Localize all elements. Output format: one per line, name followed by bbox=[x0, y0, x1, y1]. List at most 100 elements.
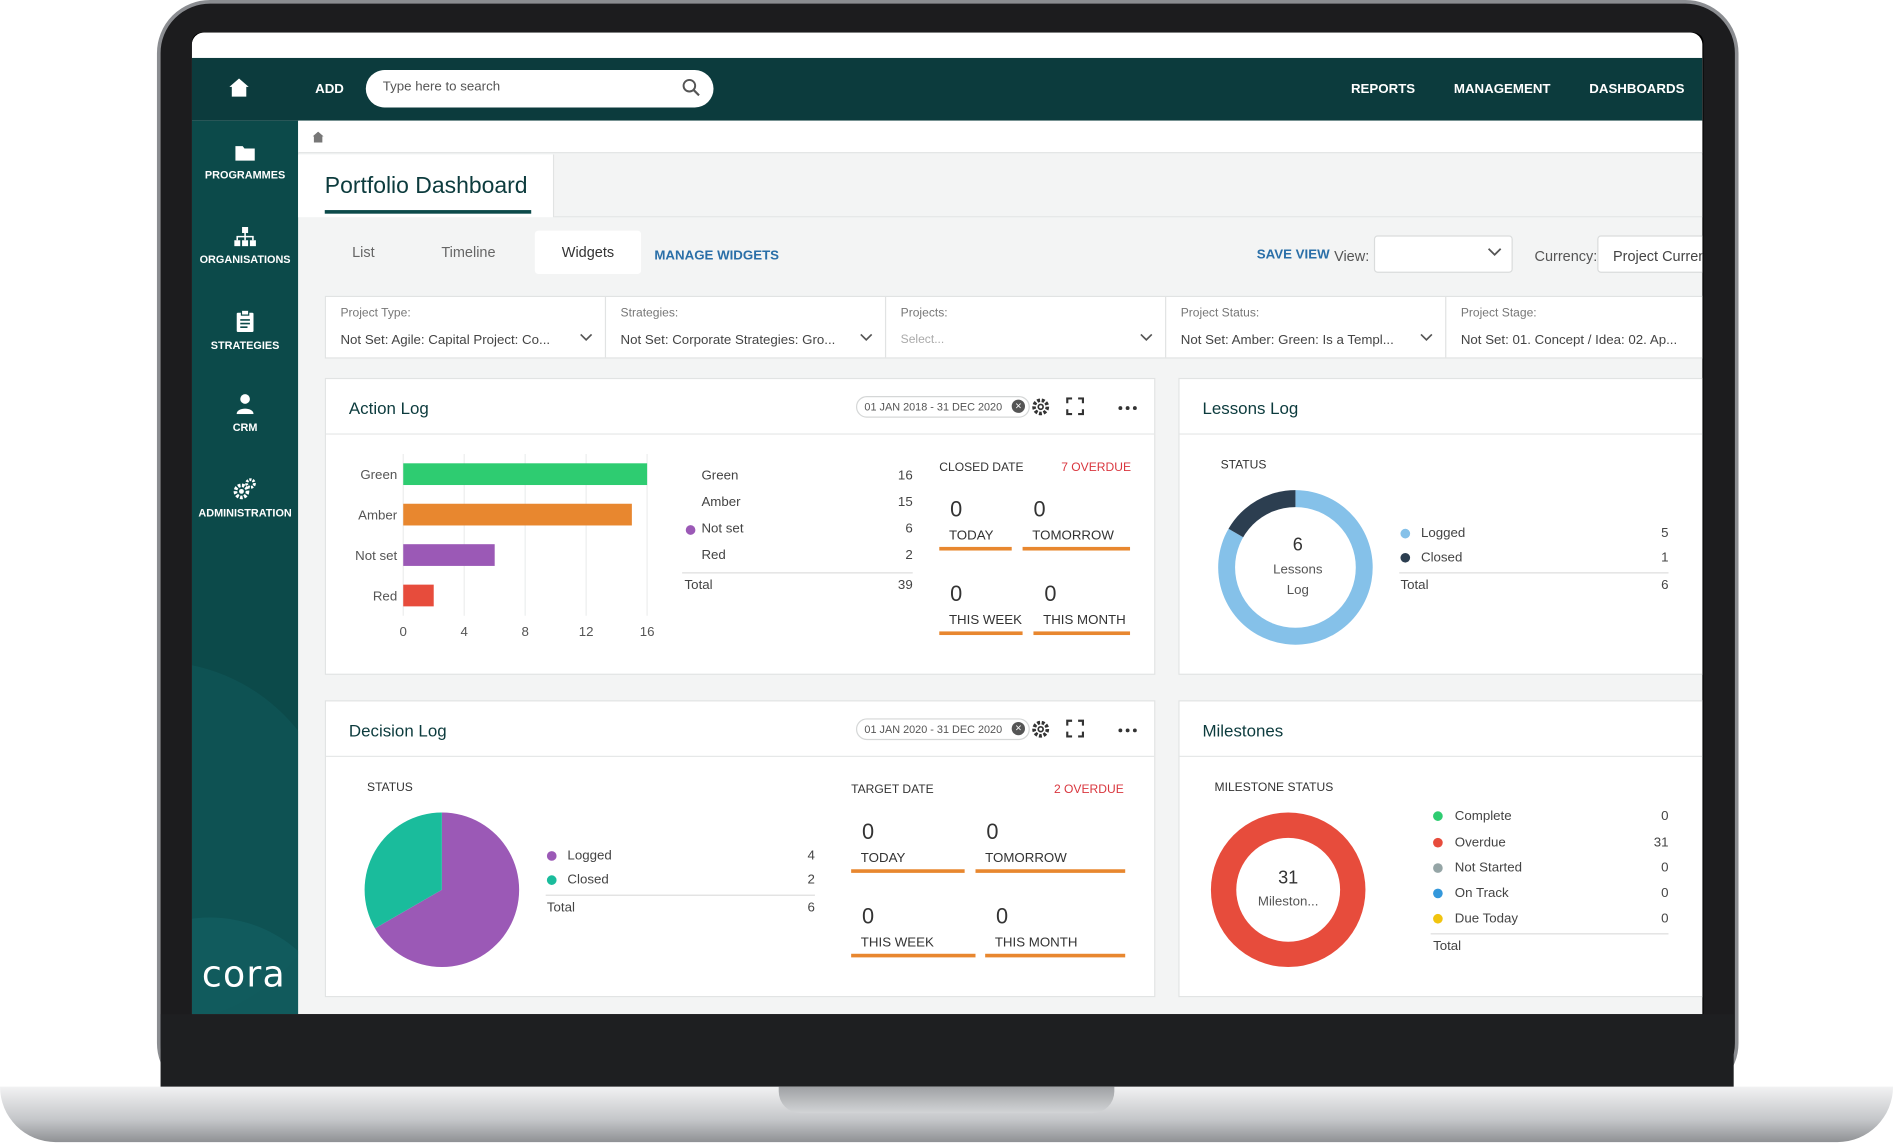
legend-label: Closed bbox=[567, 872, 609, 888]
tile-value: 0 bbox=[986, 819, 999, 844]
currency-label: Currency: bbox=[1534, 247, 1598, 265]
date-range-filter[interactable]: 01 JAN 2020 - 31 DEC 2020 × bbox=[855, 718, 1030, 741]
save-view-button[interactable]: SAVE VIEW bbox=[1257, 247, 1330, 261]
legend-value: 0 bbox=[1661, 886, 1669, 901]
sidebar-item-administration[interactable]: ADMINISTRATION bbox=[192, 478, 298, 519]
total-label: Total bbox=[546, 900, 575, 916]
tile-value: 0 bbox=[950, 497, 963, 522]
filter-strategies[interactable]: Strategies: Not Set: Corporate Strategie… bbox=[606, 296, 887, 358]
filter-project-status[interactable]: Project Status: Not Set: Amber: Green: I… bbox=[1166, 296, 1447, 358]
bar-not-set[interactable] bbox=[403, 544, 495, 566]
x-tick-label: 12 bbox=[579, 624, 594, 639]
legend-value: 1 bbox=[1661, 550, 1669, 566]
tile-tomorrow[interactable]: 0 TOMORROW bbox=[975, 802, 1126, 873]
milestones-widget: Milestones MILESTONE STATUS 31 Mileston.… bbox=[1178, 700, 1703, 998]
nav-management[interactable]: MANAGEMENT bbox=[1454, 82, 1551, 96]
filter-label: Project Stage: bbox=[1460, 306, 1537, 320]
sidebar-item-strategies[interactable]: STRATEGIES bbox=[192, 310, 298, 351]
tile-value: 0 bbox=[862, 819, 875, 844]
date-range-filter[interactable]: 01 JAN 2018 - 31 DEC 2020 × bbox=[855, 395, 1030, 418]
filter-projects[interactable]: Projects: Select... bbox=[886, 296, 1167, 358]
divider bbox=[682, 572, 913, 574]
legend-label: Complete bbox=[1454, 808, 1512, 824]
widget-title: Decision Log bbox=[348, 720, 447, 741]
y-tick-label: Not set bbox=[355, 548, 397, 563]
filter-label: Projects: bbox=[900, 306, 948, 320]
legend-dot bbox=[546, 851, 557, 861]
search-input[interactable] bbox=[382, 79, 661, 95]
milestone-status-label: MILESTONE STATUS bbox=[1214, 781, 1334, 795]
filter-placeholder: Select... bbox=[900, 333, 945, 347]
tile-this-month[interactable]: 0 THIS MONTH bbox=[1033, 565, 1131, 636]
search-box bbox=[365, 70, 714, 108]
search-icon[interactable] bbox=[682, 78, 700, 97]
filter-project-stage[interactable]: Project Stage: Not Set: 01. Concept / Id… bbox=[1446, 297, 1702, 357]
top-nav: REPORTS MANAGEMENT DASHBOARDS CO bbox=[1351, 82, 1702, 96]
filter-value: Not Set: 01. Concept / Idea: 02. Ap... bbox=[1460, 333, 1678, 348]
home-icon[interactable] bbox=[228, 77, 250, 99]
legend-label: Green bbox=[701, 468, 739, 483]
clear-icon[interactable]: × bbox=[1011, 721, 1026, 736]
filter-value: Not Set: Agile: Capital Project: Co... bbox=[340, 333, 551, 348]
nav-dashboards[interactable]: DASHBOARDS bbox=[1589, 82, 1684, 96]
total-label: Total bbox=[684, 578, 713, 593]
nav-reports[interactable]: REPORTS bbox=[1351, 82, 1415, 96]
tile-label: TOMORROW bbox=[1032, 528, 1114, 544]
sidebar-item-programmes[interactable]: PROGRAMMES bbox=[192, 144, 298, 181]
tab-widgets[interactable]: Widgets bbox=[534, 230, 642, 275]
expand-icon[interactable] bbox=[1066, 397, 1085, 416]
legend-value: 2 bbox=[905, 548, 913, 563]
legend-value: 0 bbox=[1661, 911, 1669, 926]
tile-this-week[interactable]: 0 THIS WEEK bbox=[939, 565, 1023, 636]
tile-value: 0 bbox=[950, 581, 963, 607]
currency-select[interactable]: Project Currency bbox=[1597, 235, 1703, 273]
donut-center-label: Mileston... bbox=[1257, 894, 1319, 910]
x-tick-label: 16 bbox=[640, 624, 655, 639]
gear-icon[interactable] bbox=[1031, 720, 1050, 739]
divider bbox=[545, 894, 815, 896]
clear-icon[interactable]: × bbox=[1011, 399, 1026, 413]
chevron-down-icon bbox=[860, 333, 873, 342]
manage-widgets-link[interactable]: MANAGE WIDGETS bbox=[654, 249, 779, 263]
tile-value: 0 bbox=[1044, 581, 1057, 607]
legend-value: 5 bbox=[1661, 526, 1669, 541]
tile-label: THIS WEEK bbox=[948, 613, 1022, 628]
tab-timeline[interactable]: Timeline bbox=[424, 231, 513, 274]
tile-today[interactable]: 0 TODAY bbox=[939, 480, 1012, 551]
widget-header: Decision Log 01 JAN 2020 - 31 DEC 2020 × bbox=[325, 701, 1155, 757]
tile-this-week[interactable]: 0 THIS WEEK bbox=[851, 887, 976, 958]
tile-label: THIS WEEK bbox=[860, 935, 934, 951]
cora-logo: cora bbox=[201, 953, 286, 997]
overdue-count[interactable]: 7 OVERDUE bbox=[1061, 461, 1131, 474]
filter-value: Not Set: Amber: Green: Is a Templ... bbox=[1180, 333, 1394, 348]
decision-log-widget: Decision Log 01 JAN 2020 - 31 DEC 2020 × … bbox=[324, 700, 1156, 998]
bar-green[interactable] bbox=[403, 463, 648, 486]
sidebar-item-label: ORGANISATIONS bbox=[199, 253, 291, 266]
sidebar-item-organisations[interactable]: ORGANISATIONS bbox=[192, 226, 298, 266]
bar-amber[interactable] bbox=[403, 503, 632, 526]
sidebar-item-crm[interactable]: CRM bbox=[192, 394, 298, 434]
clipboard-icon bbox=[236, 310, 254, 333]
widget-header: Action Log 01 JAN 2018 - 31 DEC 2020 × bbox=[325, 379, 1155, 435]
legend-dot bbox=[1433, 888, 1443, 899]
more-options-icon[interactable] bbox=[1118, 406, 1137, 411]
donut-center-value: 6 bbox=[1292, 534, 1303, 556]
chevron-down-icon bbox=[580, 333, 593, 342]
tile-tomorrow[interactable]: 0 TOMORROW bbox=[1022, 480, 1131, 551]
filter-project-type[interactable]: Project Type: Not Set: Agile: Capital Pr… bbox=[326, 296, 607, 358]
expand-icon[interactable] bbox=[1066, 719, 1085, 738]
sidebar-item-label: CRM bbox=[232, 421, 258, 434]
view-select[interactable] bbox=[1373, 235, 1513, 273]
breadcrumb-home-icon[interactable] bbox=[312, 131, 324, 143]
tile-today[interactable]: 0 TODAY bbox=[851, 802, 965, 873]
more-options-icon[interactable] bbox=[1118, 728, 1137, 733]
gear-icon[interactable] bbox=[1031, 397, 1050, 416]
date-range-text: 01 JAN 2020 - 31 DEC 2020 bbox=[864, 723, 1003, 736]
tab-list[interactable]: List bbox=[325, 231, 402, 274]
tile-this-month[interactable]: 0 THIS MONTH bbox=[985, 887, 1126, 958]
title-bar: Portfolio Dashboard bbox=[298, 154, 1703, 218]
bar-red[interactable] bbox=[403, 584, 434, 607]
overdue-count[interactable]: 2 OVERDUE bbox=[1054, 784, 1124, 797]
add-button[interactable]: ADD bbox=[315, 82, 344, 96]
tile-value: 0 bbox=[862, 904, 875, 929]
